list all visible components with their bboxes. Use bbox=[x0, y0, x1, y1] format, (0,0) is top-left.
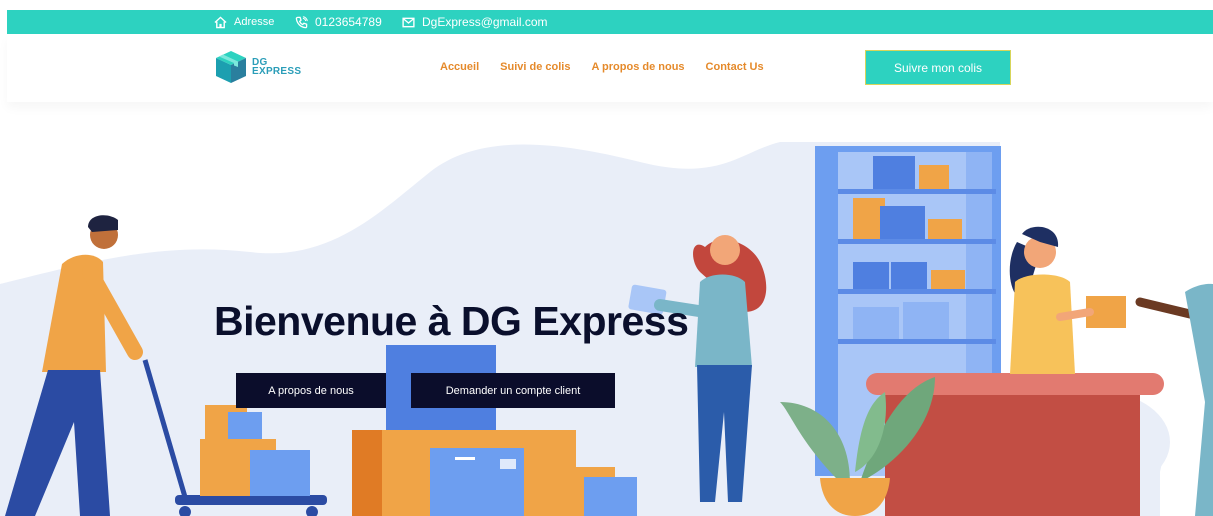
page: Adresse 0123654789 DgExpress@gmail.com D… bbox=[0, 0, 1213, 516]
about-us-button[interactable]: A propos de nous bbox=[236, 373, 386, 408]
mail-icon bbox=[402, 17, 415, 27]
address-item[interactable]: Adresse bbox=[214, 10, 274, 34]
package-logo-icon bbox=[216, 51, 246, 83]
hero-title: Bienvenue à DG Express bbox=[214, 298, 689, 344]
request-account-button[interactable]: Demander un compte client bbox=[411, 373, 615, 408]
email-item[interactable]: DgExpress@gmail.com bbox=[402, 10, 548, 34]
phone-item[interactable]: 0123654789 bbox=[295, 10, 382, 34]
clerk-illustration bbox=[1009, 226, 1126, 374]
nav-suivi-de-colis[interactable]: Suivi de colis bbox=[500, 61, 570, 73]
nav-accueil[interactable]: Accueil bbox=[440, 61, 479, 73]
hero-section: Bienvenue à DG Express A propos de nous … bbox=[0, 102, 1213, 516]
email-text: DgExpress@gmail.com bbox=[422, 15, 548, 29]
site-logo[interactable]: DG EXPRESS bbox=[213, 49, 301, 85]
logo-line2: EXPRESS bbox=[252, 66, 302, 77]
home-icon bbox=[214, 15, 227, 28]
phone-text: 0123654789 bbox=[315, 15, 382, 29]
main-nav: Accueil Suivi de colis A propos de nous … bbox=[440, 61, 764, 73]
phone-icon bbox=[295, 15, 308, 28]
address-text: Adresse bbox=[234, 16, 275, 28]
track-parcel-button[interactable]: Suivre mon colis bbox=[865, 50, 1011, 85]
site-header: DG EXPRESS Accueil Suivi de colis A prop… bbox=[7, 34, 1213, 102]
nav-a-propos[interactable]: A propos de nous bbox=[591, 61, 684, 73]
top-info-bar: Adresse 0123654789 DgExpress@gmail.com bbox=[7, 10, 1213, 34]
nav-contact[interactable]: Contact Us bbox=[706, 61, 764, 73]
logo-text: DG EXPRESS bbox=[252, 58, 302, 77]
